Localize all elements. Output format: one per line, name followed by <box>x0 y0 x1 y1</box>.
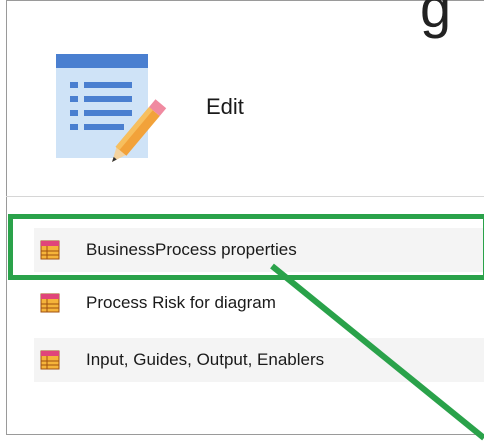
edit-label: Edit <box>206 94 244 119</box>
menu-divider <box>6 196 484 197</box>
edit-action[interactable]: Edit <box>40 50 460 170</box>
table-icon <box>40 240 60 260</box>
menu-item-businessprocess-properties[interactable]: BusinessProcess properties <box>34 228 484 272</box>
menu-item-label: Process Risk for diagram <box>86 293 276 312</box>
table-icon <box>40 350 60 370</box>
context-panel: g Edit BusinessProcess properties Proces… <box>0 0 484 445</box>
table-icon <box>40 293 60 313</box>
menu-item-input-guides-output-enablers[interactable]: Input, Guides, Output, Enablers <box>34 338 484 382</box>
menu-item-label: BusinessProcess properties <box>86 240 297 259</box>
background-glyph: g <box>420 0 452 39</box>
menu-item-process-risk[interactable]: Process Risk for diagram <box>34 281 484 325</box>
document-edit-icon <box>56 54 167 162</box>
menu-item-label: Input, Guides, Output, Enablers <box>86 350 325 369</box>
